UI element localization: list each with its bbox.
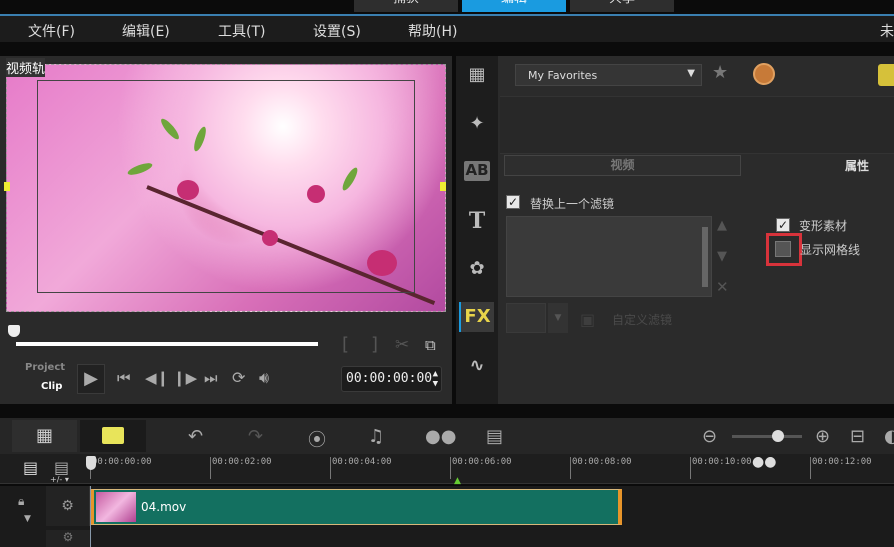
timecode-field[interactable]: 00:00:00:00 ▲ ▼ (341, 366, 442, 392)
preset-dropdown[interactable] (506, 303, 546, 333)
media-icon[interactable]: ▦ (462, 64, 492, 88)
volume-icon[interactable]: 🔊︎ (259, 368, 269, 388)
video-clip[interactable]: 04.mov (90, 489, 622, 525)
subtitle-editor-icon[interactable]: ▤ (486, 426, 503, 447)
timecode-value: 00:00:00:00 (346, 371, 433, 386)
mark-out-button[interactable]: ] (371, 334, 378, 355)
path-icon[interactable]: ∿ (462, 355, 492, 379)
repeat-icon[interactable]: ⟳ (232, 368, 245, 387)
previous-frame-button[interactable]: ◀❙ (145, 369, 169, 387)
zoom-slider-thumb[interactable] (772, 430, 784, 442)
clip-thumbnail (96, 492, 136, 522)
menu-cut[interactable]: 未 (880, 21, 894, 41)
timeline-ruler: ▤ ▤ 00:00:00:00 00:00:02:00 00:00:04:00 … (0, 454, 894, 486)
zoom-out-icon[interactable]: ⊖ (702, 426, 717, 447)
menu-help[interactable]: 帮助(H) (408, 21, 457, 41)
ruler-tick: 00:00:08:00 (570, 457, 632, 479)
record-capture-icon[interactable]: ⦿ (308, 426, 326, 452)
zoom-in-icon[interactable]: ⊕ (815, 426, 830, 447)
library-dropdown-value: My Favorites (528, 69, 598, 82)
filter-list[interactable] (506, 216, 712, 297)
menu-edit[interactable]: 编辑(E) (122, 21, 170, 41)
chevron-down-icon: ▼ (687, 68, 695, 79)
timecode-stepper[interactable]: ▲ ▼ (433, 369, 438, 389)
menu-settings[interactable]: 设置(S) (313, 21, 361, 41)
track-manager-icon[interactable]: ▤ (23, 458, 38, 477)
download-icon[interactable] (753, 63, 775, 85)
video-track-icon[interactable]: ⚙ (46, 486, 90, 526)
ruler-tick: 00:00:00:00 (90, 457, 152, 479)
ruler-tick: 00:00:10:00 (690, 457, 752, 479)
preset-chevron-icon[interactable]: ▼ (548, 303, 568, 333)
end-button[interactable]: ⏭ (204, 369, 218, 387)
auto-music-icon[interactable]: ●● (425, 426, 456, 447)
options-icon[interactable] (878, 64, 894, 86)
ruler-tick: 00:00:02:00 (210, 457, 272, 479)
distort-clip-checkbox[interactable]: ✓ (776, 218, 790, 232)
menu-file[interactable]: 文件(F) (28, 21, 75, 41)
scrub-bar[interactable] (16, 342, 318, 346)
title-icon[interactable]: T (462, 208, 492, 234)
menu-tools[interactable]: 工具(T) (218, 21, 265, 41)
custom-filter-label[interactable]: 自定义滤镜 (612, 311, 672, 328)
replace-filter-checkbox[interactable]: ✓ (506, 195, 520, 209)
delete-filter-icon[interactable]: ✕ (716, 278, 729, 296)
safe-area-frame (37, 80, 415, 293)
ruler-tick: 00:00:04:00 (330, 457, 392, 479)
library-tabs-area (500, 96, 894, 154)
playhead-line (90, 486, 91, 547)
add-remove-tracks[interactable]: +/- ▾ (50, 475, 69, 484)
replace-filter-label: 替换上一个滤镜 (530, 197, 615, 211)
sound-mixer-icon[interactable]: ♫ (368, 426, 384, 447)
enlarge-preview-icon[interactable]: ⧉ (425, 336, 436, 354)
graphic-icon[interactable]: ✿ (462, 258, 492, 282)
tab-attributes[interactable]: 属性 (845, 157, 869, 174)
distort-clip-label: 变形素材 (799, 219, 848, 233)
instant-project-icon[interactable]: ✦ (462, 113, 492, 137)
play-button[interactable]: ▶ (77, 364, 105, 394)
clip-mode[interactable]: Clip (41, 381, 62, 392)
timeline-view-icon[interactable] (80, 420, 146, 452)
add-favorite-icon[interactable]: ★ (712, 62, 728, 83)
show-grid-checkbox[interactable] (775, 241, 791, 257)
marker-icon: ▲ (454, 476, 461, 486)
storyboard-view-icon[interactable]: ▦ (12, 420, 77, 452)
tab-capture[interactable]: 捕获 (354, 0, 458, 12)
expand-track-icon[interactable]: ▼ (24, 514, 31, 524)
scrubber-handle[interactable] (8, 325, 20, 337)
next-frame-button[interactable]: ❙▶ (173, 369, 197, 387)
undo-icon[interactable]: ↶ (188, 426, 203, 447)
timeline-more-icon[interactable]: ◐ (884, 426, 894, 447)
redo-icon[interactable]: ↷ (248, 426, 263, 447)
custom-filter-icon[interactable]: ▣ (580, 310, 595, 329)
ruler-tick: 00:00:12:00 (810, 457, 872, 479)
lock-icon[interactable]: 🔒︎ (18, 494, 24, 509)
project-mode[interactable]: Project (25, 362, 65, 373)
video-track: 🔒︎ ▼ ⚙ 04.mov ⚙ (0, 486, 894, 547)
right-handle[interactable] (440, 182, 446, 191)
track-label: 视频轨 (6, 58, 46, 77)
mark-in-button[interactable]: [ (342, 334, 349, 355)
tab-video[interactable]: 视频 (504, 155, 741, 176)
transition-icon[interactable]: AB (464, 161, 490, 181)
library-dropdown[interactable]: My Favorites ▼ (515, 64, 702, 86)
fit-project-icon[interactable]: ⊟ (850, 426, 865, 447)
move-up-icon[interactable]: ▲ (717, 218, 727, 233)
scrollbar[interactable] (702, 227, 708, 287)
bookmark-icon: ●● (752, 454, 777, 470)
tab-edit[interactable]: 编辑 (462, 0, 566, 12)
zoom-slider[interactable] (732, 430, 802, 442)
move-down-icon[interactable]: ▼ (717, 249, 727, 264)
scissors-icon[interactable]: ✂ (395, 335, 409, 355)
home-button[interactable]: ⏮ (117, 369, 131, 387)
tab-share[interactable]: 共享 (570, 0, 674, 12)
filter-icon[interactable]: FX (459, 302, 494, 332)
left-handle[interactable] (4, 182, 10, 191)
menu-bar: 文件(F) 编辑(E) 工具(T) 设置(S) 帮助(H) 未 (0, 14, 894, 42)
playhead[interactable] (86, 456, 96, 470)
clip-name: 04.mov (141, 500, 187, 514)
overlay-track-icon[interactable]: ⚙ (46, 530, 90, 547)
show-grid-label: 显示网格线 (800, 243, 861, 257)
